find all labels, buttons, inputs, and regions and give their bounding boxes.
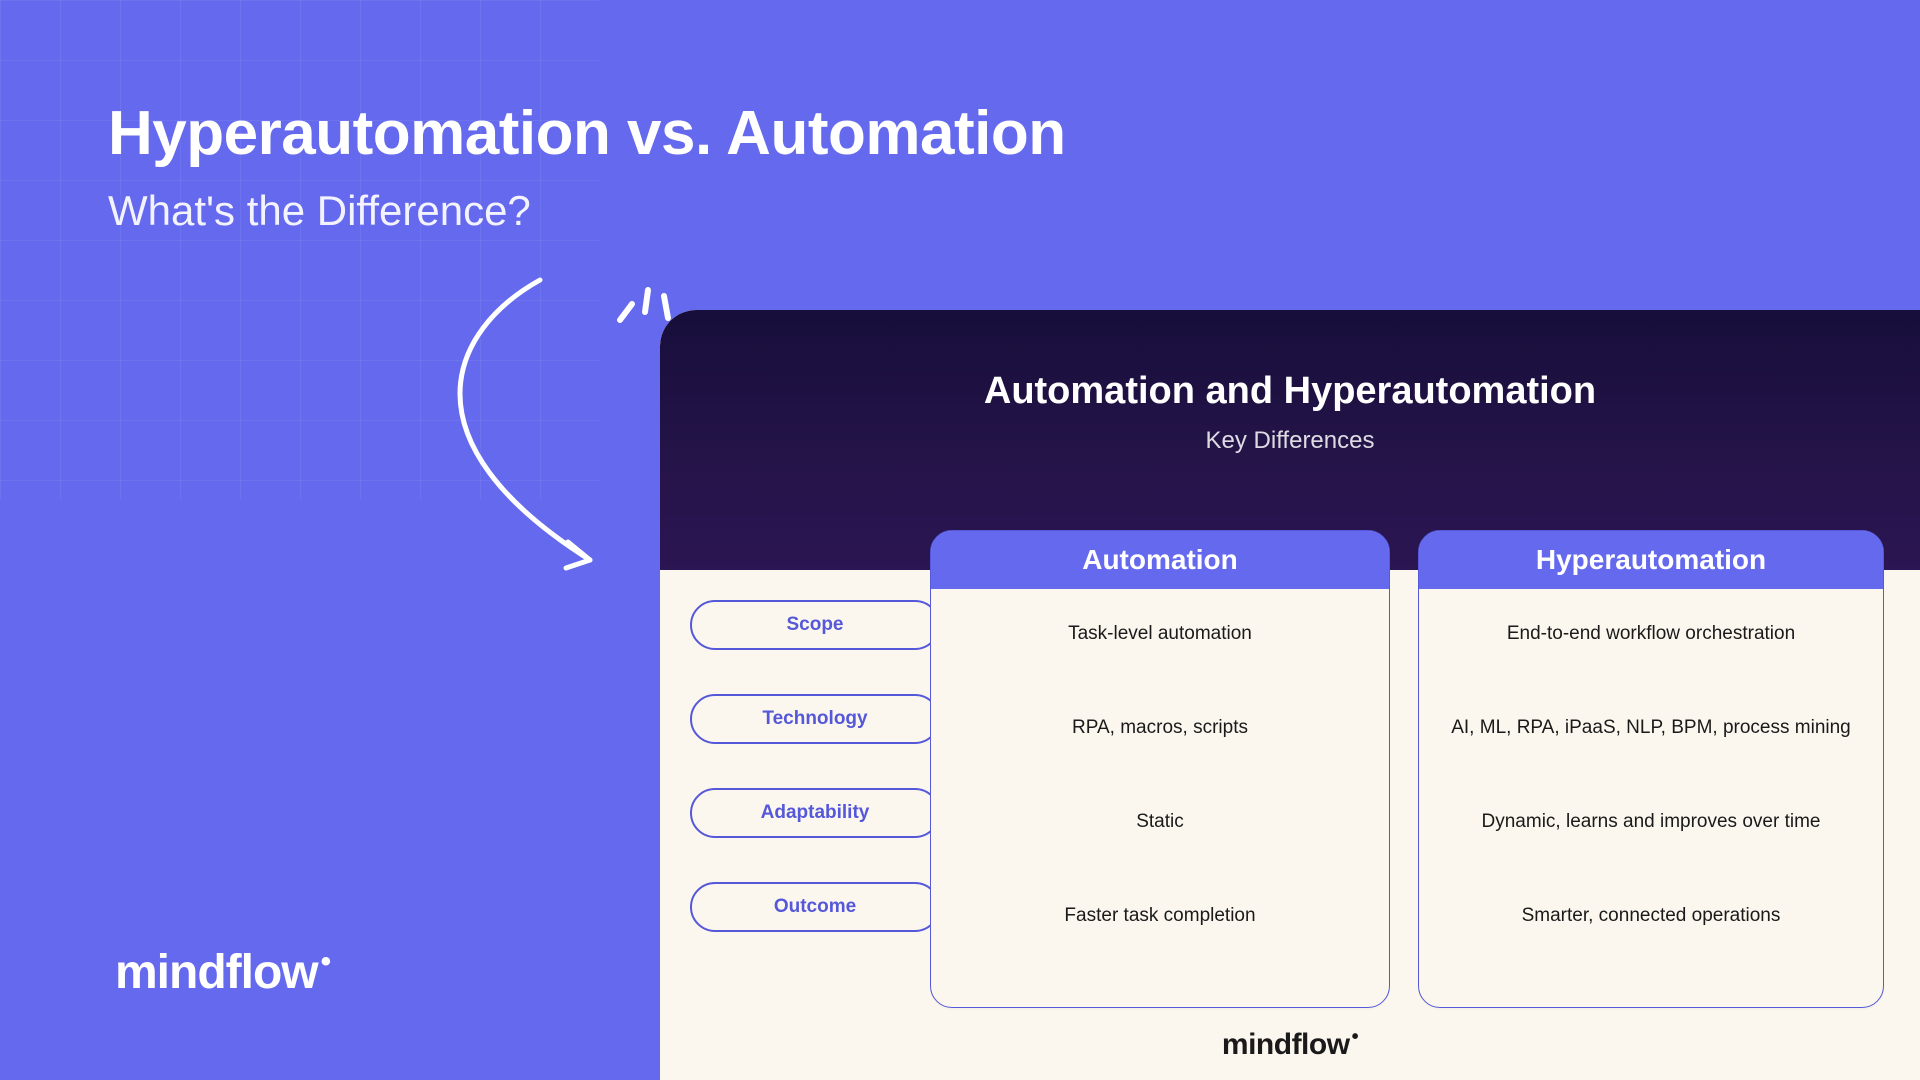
row-labels: Scope Technology Adaptability Outcome	[690, 600, 940, 976]
panel-title: Automation and Hyperautomation	[660, 370, 1920, 413]
row-label-scope: Scope	[690, 600, 940, 650]
cell-automation-outcome: Faster task completion	[949, 899, 1371, 993]
cell-hyper-scope: End-to-end workflow orchestration	[1437, 617, 1865, 711]
row-label-technology: Technology	[690, 694, 940, 744]
brand-text: mindflow	[115, 946, 318, 999]
brand-logo: mindflow•	[115, 945, 330, 1000]
column-body-hyperautomation: End-to-end workflow orchestration AI, ML…	[1419, 589, 1883, 993]
column-body-automation: Task-level automation RPA, macros, scrip…	[931, 589, 1389, 993]
comparison-panel: Automation and Hyperautomation Key Diffe…	[660, 310, 1920, 1080]
cell-hyper-outcome: Smarter, connected operations	[1437, 899, 1865, 993]
column-header-automation: Automation	[931, 531, 1389, 589]
column-automation: Automation Task-level automation RPA, ma…	[930, 530, 1390, 1008]
page-title: Hyperautomation vs. Automation	[108, 98, 1066, 169]
column-hyperautomation: Hyperautomation End-to-end workflow orch…	[1418, 530, 1884, 1008]
arrow-icon	[390, 270, 650, 580]
page-subtitle: What's the Difference?	[108, 187, 1066, 235]
panel-subtitle: Key Differences	[660, 427, 1920, 455]
row-label-outcome: Outcome	[690, 882, 940, 932]
cell-automation-technology: RPA, macros, scripts	[949, 711, 1371, 805]
cell-automation-adaptability: Static	[949, 805, 1371, 899]
background-grid	[0, 0, 600, 500]
panel-brand-logo: mindflow•	[660, 1026, 1920, 1062]
row-label-adaptability: Adaptability	[690, 788, 940, 838]
title-block: Hyperautomation vs. Automation What's th…	[108, 98, 1066, 235]
panel-brand-dot-icon: •	[1352, 1026, 1359, 1048]
column-header-hyperautomation: Hyperautomation	[1419, 531, 1883, 589]
panel-brand-text: mindflow	[1222, 1028, 1350, 1061]
cell-hyper-adaptability: Dynamic, learns and improves over time	[1437, 805, 1865, 899]
brand-dot-icon: •	[321, 945, 331, 978]
cell-hyper-technology: AI, ML, RPA, iPaaS, NLP, BPM, process mi…	[1437, 711, 1865, 805]
cell-automation-scope: Task-level automation	[949, 617, 1371, 711]
